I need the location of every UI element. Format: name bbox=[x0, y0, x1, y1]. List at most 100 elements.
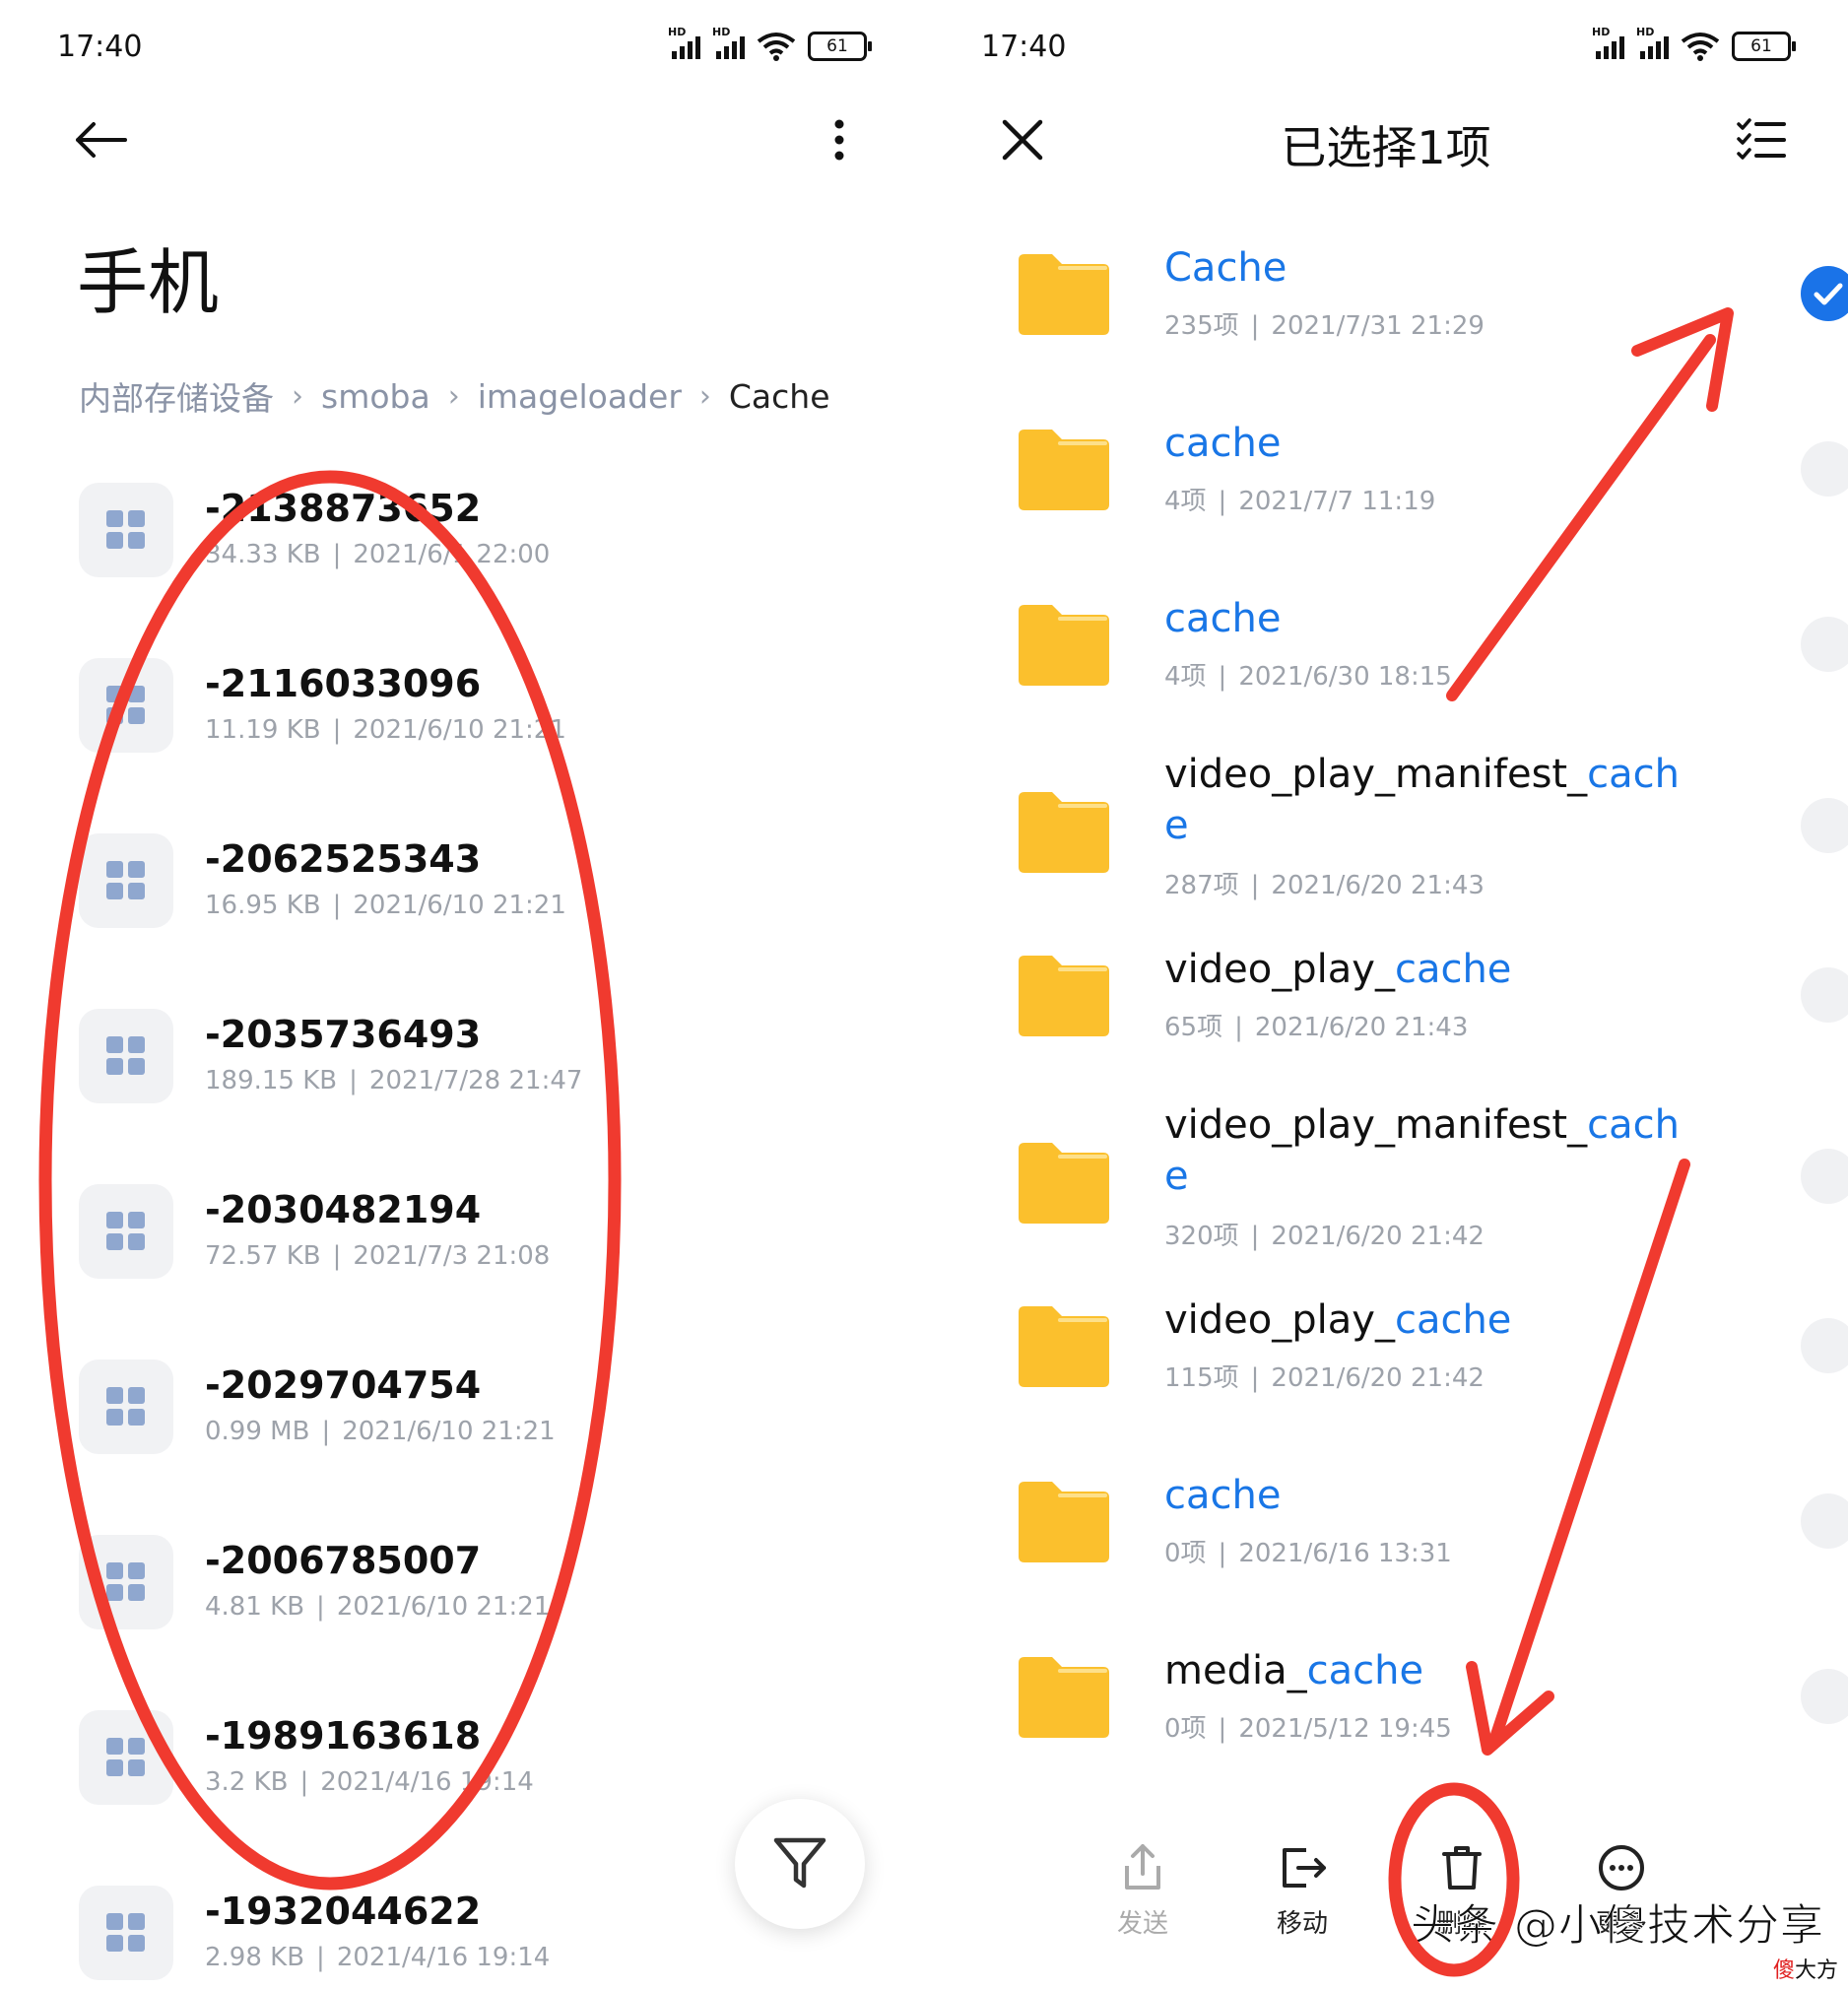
meta-divider: | bbox=[1218, 1539, 1227, 1568]
folder-icon bbox=[1019, 792, 1109, 873]
meta-divider: | bbox=[1218, 662, 1227, 692]
more-vertical-icon[interactable] bbox=[808, 108, 871, 171]
meta-divider: | bbox=[1218, 487, 1227, 516]
file-date: 2021/6/10 21:21 bbox=[353, 715, 566, 745]
file-row[interactable]: -1989163618 3.2 KB | 2021/4/16 19:14 bbox=[79, 1710, 827, 1805]
file-name: -2062525343 bbox=[205, 837, 482, 881]
folder-name-match: cache bbox=[1394, 947, 1512, 992]
action-move-button[interactable]: 移动 bbox=[1243, 1842, 1361, 1940]
file-row[interactable]: -2035736493 189.15 KB | 2021/7/28 21:47 bbox=[79, 1009, 827, 1103]
file-size: 34.33 KB bbox=[205, 540, 321, 569]
folder-date: 2021/6/20 21:42 bbox=[1271, 1363, 1485, 1393]
folder-icon bbox=[1019, 430, 1109, 510]
file-name: -2006785007 bbox=[205, 1539, 482, 1582]
meta-divider: | bbox=[349, 1066, 358, 1095]
wifi-icon bbox=[1681, 33, 1720, 61]
hd-label: HD bbox=[1592, 26, 1611, 38]
folder-name: cache bbox=[1164, 1470, 1677, 1521]
back-arrow-icon[interactable] bbox=[69, 108, 132, 171]
checkbox-unchecked[interactable] bbox=[1801, 1318, 1848, 1373]
meta-divider: | bbox=[332, 1241, 342, 1271]
folder-date: 2021/6/20 21:43 bbox=[1271, 871, 1485, 900]
file-size: 11.19 KB bbox=[205, 715, 321, 745]
meta-divider: | bbox=[1250, 1363, 1260, 1393]
meta-divider: | bbox=[321, 1417, 331, 1446]
status-bar: 17:40 HD HD 61 bbox=[981, 26, 1796, 69]
folder-icon bbox=[1019, 1657, 1109, 1738]
meta-divider: | bbox=[1218, 1714, 1227, 1744]
share-icon bbox=[1117, 1842, 1168, 1893]
status-icons: HD HD 61 bbox=[668, 26, 872, 61]
status-icons: HD HD 61 bbox=[1592, 26, 1796, 61]
checkbox-unchecked[interactable] bbox=[1801, 1149, 1848, 1204]
file-row[interactable]: -2116033096 11.19 KB | 2021/6/10 21:21 bbox=[79, 658, 827, 753]
file-date: 2021/4/16 19:14 bbox=[336, 1943, 551, 1972]
folder-count: 320项 bbox=[1164, 1222, 1239, 1251]
meta-divider: | bbox=[1250, 1222, 1260, 1251]
folder-name-prefix: video_play_ bbox=[1164, 1297, 1395, 1343]
file-date: 2021/6/1 22:00 bbox=[353, 540, 551, 569]
file-thumbnail-icon bbox=[79, 833, 173, 928]
folder-icon bbox=[1019, 254, 1109, 335]
meta-divider: | bbox=[332, 540, 342, 569]
breadcrumb: 内部存储设备 › smoba › imageloader › Cache bbox=[79, 372, 830, 420]
folder-meta: 320项 | 2021/6/20 21:42 bbox=[1164, 1216, 1485, 1252]
signal-icon: HD bbox=[712, 26, 745, 59]
chevron-right-icon: › bbox=[447, 378, 460, 414]
file-thumbnail-icon bbox=[79, 1360, 173, 1454]
filter-icon bbox=[773, 1837, 826, 1889]
folder-meta: 0项 | 2021/5/12 19:45 bbox=[1164, 1708, 1452, 1745]
file-row[interactable]: -2006785007 4.81 KB | 2021/6/10 21:21 bbox=[79, 1535, 827, 1629]
file-name: -1932044622 bbox=[205, 1890, 482, 1933]
folder-name: video_play_cache bbox=[1164, 1294, 1677, 1346]
file-row[interactable]: -2062525343 16.95 KB | 2021/6/10 21:21 bbox=[79, 833, 827, 928]
folder-meta: 235项 | 2021/7/31 21:29 bbox=[1164, 305, 1485, 342]
hd-label: HD bbox=[712, 26, 731, 38]
watermark-sub-red: 傻 bbox=[1772, 1958, 1795, 1983]
file-row[interactable]: -1932044622 2.98 KB | 2021/4/16 19:14 bbox=[79, 1886, 827, 1980]
breadcrumb-item-storage[interactable]: 内部存储设备 bbox=[79, 372, 274, 420]
breadcrumb-item-imageloader[interactable]: imageloader bbox=[478, 377, 682, 416]
watermark-sub: 傻大方 bbox=[1773, 1953, 1838, 1984]
checkbox-checked[interactable] bbox=[1801, 266, 1848, 321]
signal-icon: HD bbox=[1592, 26, 1624, 59]
folder-name: media_cache bbox=[1164, 1645, 1677, 1696]
action-share-button[interactable]: 发送 bbox=[1084, 1842, 1202, 1940]
folder-icon bbox=[1019, 1143, 1109, 1224]
checkbox-unchecked[interactable] bbox=[1801, 798, 1848, 853]
checkmark-icon bbox=[1814, 283, 1843, 305]
folder-meta: 65项 | 2021/6/20 21:43 bbox=[1164, 1007, 1468, 1043]
file-meta: 4.81 KB | 2021/6/10 21:21 bbox=[205, 1592, 550, 1622]
file-size: 2.98 KB bbox=[205, 1943, 305, 1972]
folder-name-prefix: video_play_ bbox=[1164, 947, 1395, 992]
checkbox-unchecked[interactable] bbox=[1801, 1493, 1848, 1549]
file-row[interactable]: -2029704754 0.99 MB | 2021/6/10 21:21 bbox=[79, 1360, 827, 1454]
battery-icon: 61 bbox=[1732, 32, 1796, 61]
move-icon bbox=[1277, 1842, 1328, 1893]
checkbox-unchecked[interactable] bbox=[1801, 1669, 1848, 1724]
hd-label: HD bbox=[668, 26, 687, 38]
meta-divider: | bbox=[332, 891, 342, 920]
filter-button[interactable] bbox=[735, 1799, 865, 1929]
checkbox-unchecked[interactable] bbox=[1801, 967, 1848, 1023]
folder-name: cache bbox=[1164, 593, 1677, 644]
meta-divider: | bbox=[332, 715, 342, 745]
status-time: 17:40 bbox=[57, 30, 143, 64]
file-meta: 3.2 KB | 2021/4/16 19:14 bbox=[205, 1767, 534, 1797]
file-size: 189.15 KB bbox=[205, 1066, 338, 1095]
select-all-icon[interactable] bbox=[1730, 108, 1793, 171]
file-row[interactable]: -2030482194 72.57 KB | 2021/7/3 21:08 bbox=[79, 1184, 827, 1279]
breadcrumb-item-smoba[interactable]: smoba bbox=[321, 377, 430, 416]
folder-icon bbox=[1019, 956, 1109, 1036]
right-screen: 17:40 HD HD 61 已选择1项 Cache 235项 | 2021/7/31… bbox=[924, 0, 1848, 1990]
checkbox-unchecked[interactable] bbox=[1801, 441, 1848, 497]
folder-icon bbox=[1019, 1482, 1109, 1562]
folder-date: 2021/7/31 21:29 bbox=[1271, 311, 1485, 341]
more-icon bbox=[1596, 1842, 1647, 1893]
folder-date: 2021/6/20 21:42 bbox=[1271, 1222, 1485, 1251]
checkbox-unchecked[interactable] bbox=[1801, 617, 1848, 672]
folder-meta: 287项 | 2021/6/20 21:43 bbox=[1164, 865, 1485, 901]
file-thumbnail-icon bbox=[79, 1009, 173, 1103]
file-row[interactable]: -2138873652 34.33 KB | 2021/6/1 22:00 bbox=[79, 483, 827, 577]
file-thumbnail-icon bbox=[79, 658, 173, 753]
